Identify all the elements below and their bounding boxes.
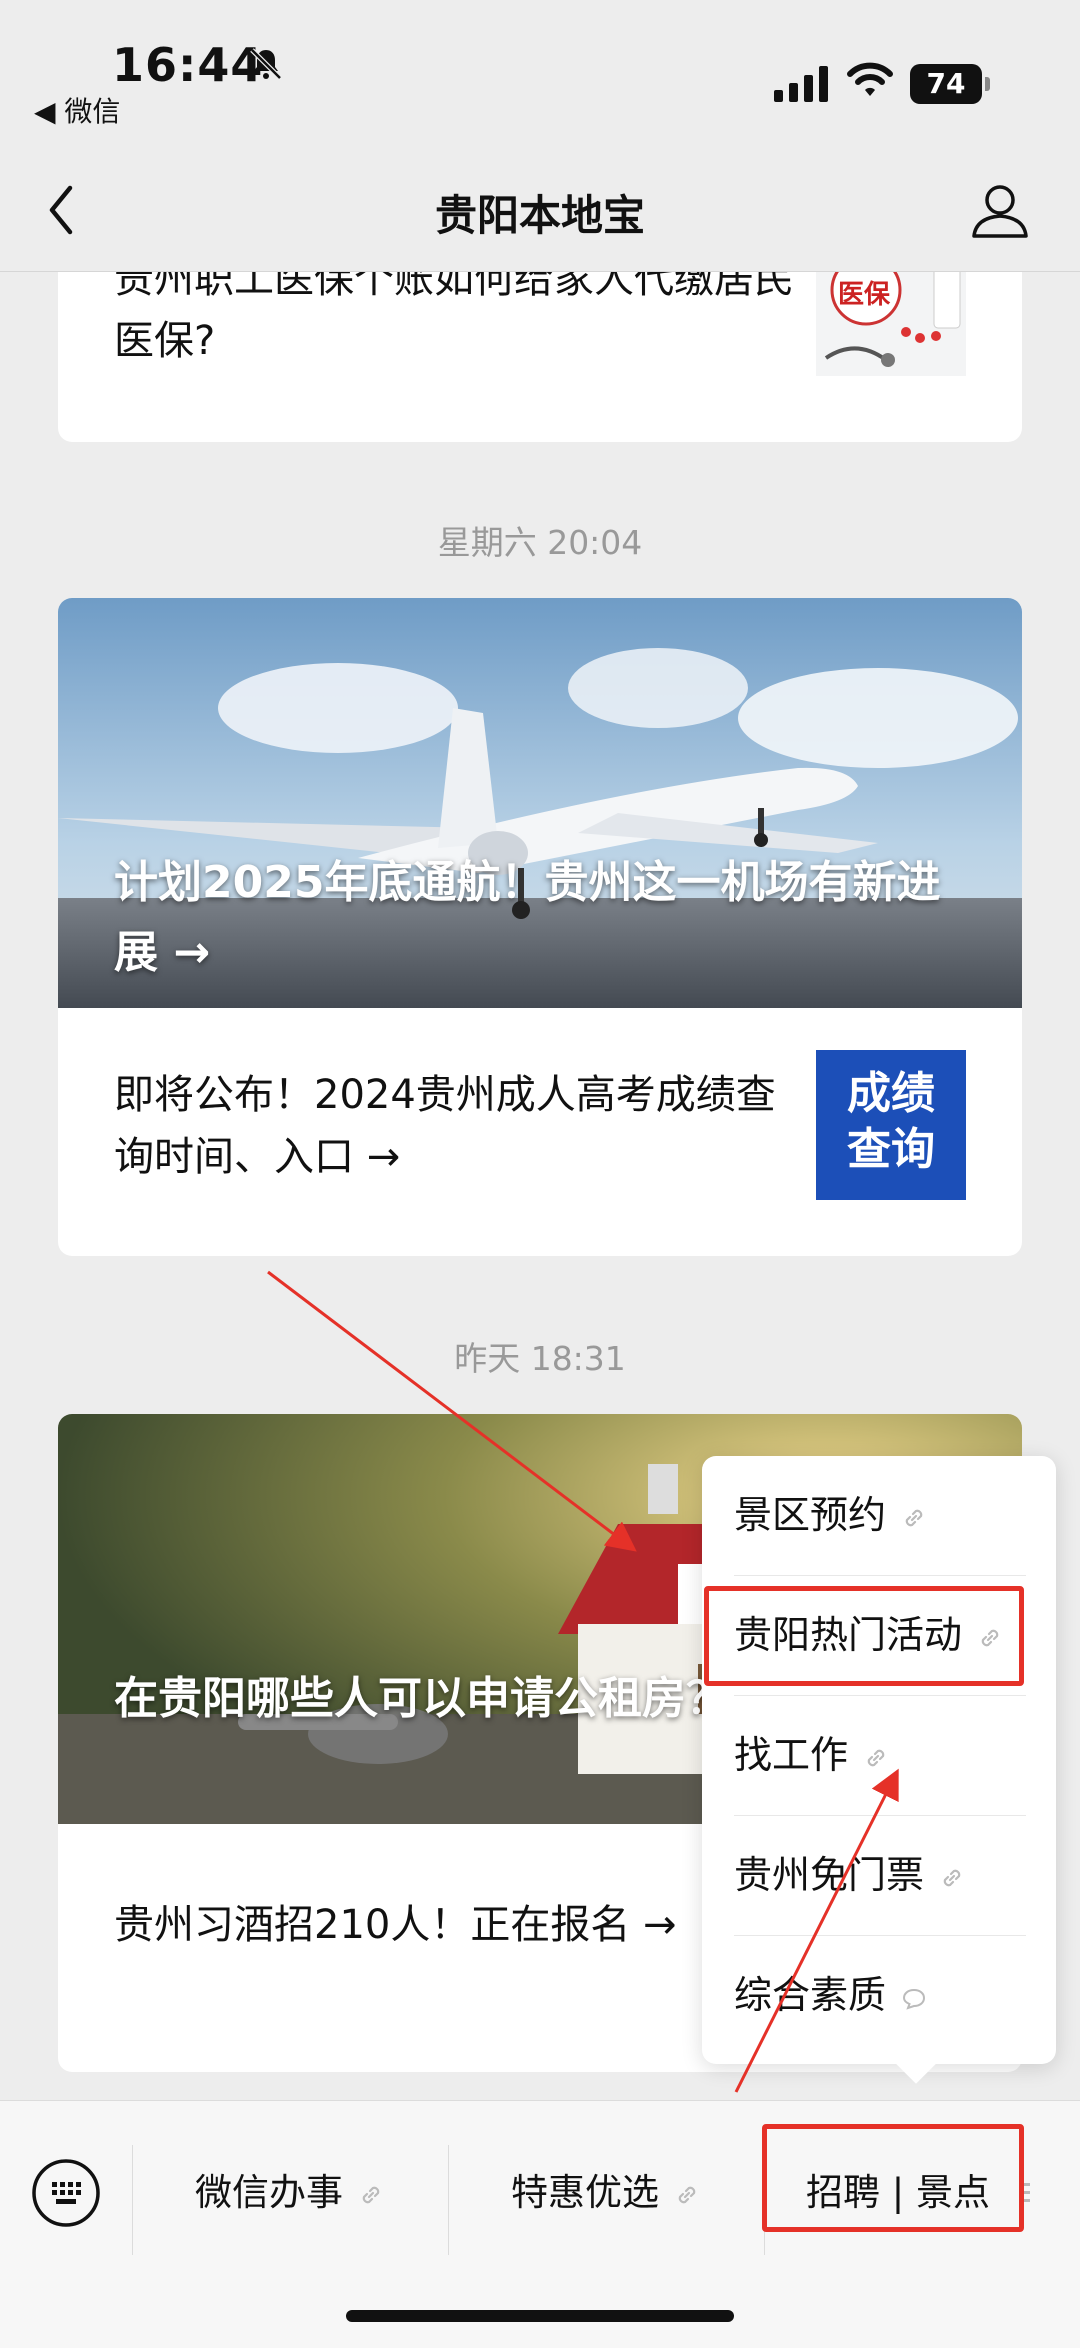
menu-item-label: 景区预约 [734, 1493, 887, 1537]
menu-expand-icon [1020, 2183, 1030, 2202]
menu-item-guiyang-hot-events[interactable]: 贵阳热门活动 [734, 1576, 1026, 1695]
thumbnail-label: 成绩查询 [847, 1068, 935, 1175]
article-thumbnail: 成绩查询 [816, 1050, 966, 1200]
thumbnail-label: 医保 [838, 280, 891, 310]
link-icon [943, 1869, 961, 1886]
menu-item-free-tickets[interactable]: 贵州免门票 [734, 1816, 1026, 1935]
nav-bar: 贵阳本地宝 [0, 150, 1080, 272]
menu-item-label: 贵阳热门活动 [734, 1613, 963, 1657]
link-icon [905, 1509, 923, 1526]
menu-button-wechat-services[interactable]: 微信办事 [160, 2153, 420, 2233]
timestamp: 星期六 20:04 [437, 523, 643, 562]
menu-button-jobs-scenic[interactable]: 招聘 | 景点 [778, 2153, 1018, 2233]
menu-button-special-offers[interactable]: 特惠优选 [476, 2153, 736, 2233]
link-icon [678, 2186, 696, 2203]
bell-muted-icon [250, 48, 282, 80]
menu-item-label: 综合素质 [734, 1973, 887, 2017]
profile-icon[interactable] [968, 178, 1032, 242]
chat-bubble-icon [903, 1988, 926, 2010]
menu-button-label: 招聘 | 景点 [806, 2171, 990, 2214]
menu-separator [764, 2145, 765, 2255]
battery-indicator: 74 [910, 64, 990, 104]
menu-button-label: 特惠优选 [511, 2171, 659, 2214]
submenu-popup: 景区预约 贵阳热门活动 找工作 贵州免门票 综合素质 [702, 1456, 1056, 2064]
back-to-wechat-link[interactable]: ◀ 微信 [34, 90, 120, 130]
timestamp: 昨天 18:31 [454, 1339, 626, 1378]
link-icon [981, 1629, 999, 1646]
cellular-signal-icon [774, 66, 828, 102]
menu-item-label: 贵州免门票 [734, 1853, 925, 1897]
menu-item-find-job[interactable]: 找工作 [734, 1696, 1026, 1815]
menu-separator [132, 2145, 133, 2255]
page-title: 贵阳本地宝 [434, 191, 645, 240]
keyboard-toggle-icon[interactable] [30, 2157, 102, 2229]
menu-item-label: 找工作 [734, 1733, 849, 1777]
status-bar: 16:44 ◀ 微信 74 [0, 0, 1080, 130]
article-thumbnail: 医保 [816, 268, 966, 376]
menu-item-scenic-reservation[interactable]: 景区预约 [734, 1456, 1026, 1575]
cover-article[interactable]: 计划2025年底通航！贵州这一机场有新进展 → [58, 598, 1022, 1008]
menu-separator [448, 2145, 449, 2255]
article-card[interactable]: 计划2025年底通航！贵州这一机场有新进展 → 即将公布！2024贵州成人高考成… [58, 598, 1022, 1256]
cover-title: 计划2025年底通航！贵州这一机场有新进展 → [114, 857, 941, 978]
menu-button-label: 微信办事 [195, 2171, 343, 2214]
wifi-icon [847, 62, 893, 96]
link-icon [362, 2186, 380, 2203]
status-time: 16:44 [112, 38, 264, 92]
link-icon [867, 1749, 885, 1766]
article-title: 即将公布！2024贵州成人高考成绩查询时间、入口 → [114, 1072, 776, 1180]
menu-item-comprehensive-quality[interactable]: 综合素质 [734, 1936, 1026, 2055]
article-row[interactable]: 即将公布！2024贵州成人高考成绩查询时间、入口 → 成绩查询 [58, 1008, 1022, 1256]
home-indicator[interactable] [346, 2310, 734, 2322]
